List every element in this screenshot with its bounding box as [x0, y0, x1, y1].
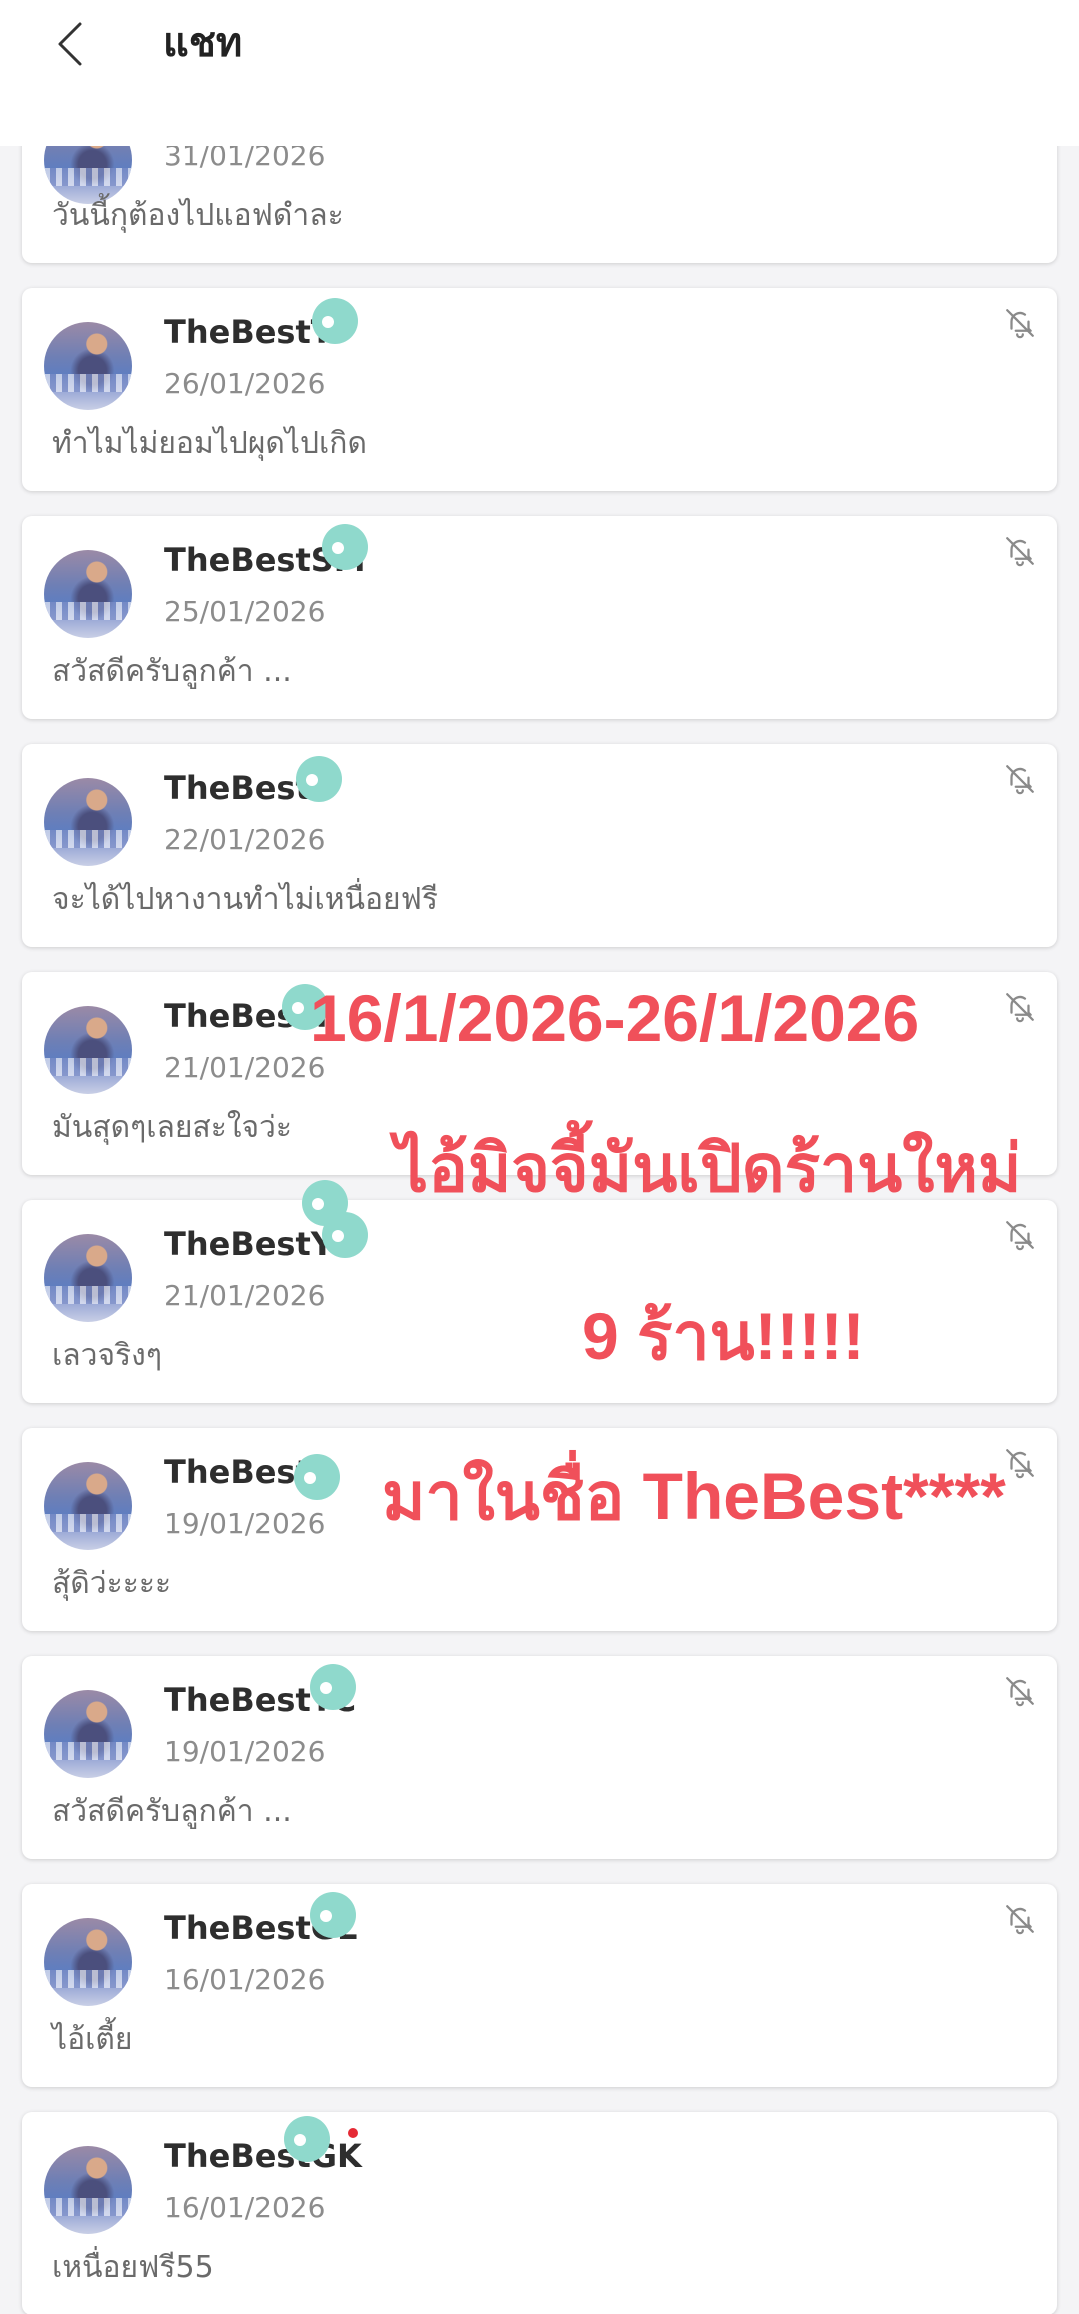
- chat-item[interactable]: TheBestL 22/01/2026 จะได้ไปหางานทำไม่เหน…: [22, 744, 1057, 947]
- redaction-mark: [310, 1664, 356, 1710]
- redaction-mark: [312, 298, 358, 344]
- chat-preview: ไอ้เตี้ย: [52, 2022, 133, 2057]
- redaction-mark: [294, 1454, 340, 1500]
- chat-preview: มันสุดๆเลยสะใจว่ะ: [52, 1110, 293, 1145]
- avatar: [44, 1462, 132, 1550]
- redaction-mark: [284, 2116, 330, 2162]
- overlay-line-4: มาในชื่อ TheBest****: [382, 1459, 1006, 1533]
- chat-item[interactable]: TheBestSM 25/01/2026 สวัสดีครับลูกค้า ..…: [22, 516, 1057, 719]
- chat-date: 19/01/2026: [164, 1735, 326, 1768]
- chat-preview: วันนี้กุต้องไปแอฟดำละ: [52, 198, 344, 233]
- chat-date: 16/01/2026: [164, 1963, 326, 1996]
- unread-dot: [348, 2128, 358, 2138]
- bell-off-icon[interactable]: [1003, 306, 1037, 340]
- avatar: [44, 2146, 132, 2234]
- chat-preview: เหนื่อยฟรี55: [52, 2250, 214, 2285]
- top-bar: แชท: [0, 0, 1079, 146]
- chat-preview: สวัสดีครับลูกค้า ...: [52, 654, 292, 689]
- overlay-line-1: 16/1/2026-26/1/2026: [310, 981, 920, 1055]
- chat-item[interactable]: TheBestTr 26/01/2026 ทำไมไม่ยอมไปผุดไปเก…: [22, 288, 1057, 491]
- chat-name: TheBestGK: [164, 2137, 362, 2175]
- chat-date: 25/01/2026: [164, 595, 326, 628]
- redaction-mark: [296, 756, 342, 802]
- chat-name: TheBestY: [164, 1225, 334, 1263]
- chat-date: 21/01/2026: [164, 1279, 326, 1312]
- bell-off-icon[interactable]: [1003, 762, 1037, 796]
- bell-off-icon[interactable]: [1003, 1674, 1037, 1708]
- avatar: [44, 322, 132, 410]
- avatar: [44, 1690, 132, 1778]
- overlay-line-2: ไอ้มิจจี้มันเปิดร้านใหม่: [395, 1131, 1022, 1205]
- chat-preview: เลวจริงๆ: [52, 1338, 162, 1373]
- bell-off-icon[interactable]: [1003, 534, 1037, 568]
- avatar: [44, 778, 132, 866]
- bell-off-icon[interactable]: [1003, 1902, 1037, 1936]
- redaction-mark: [322, 524, 368, 570]
- redaction-mark: [310, 1892, 356, 1938]
- bell-off-icon[interactable]: [1003, 1218, 1037, 1252]
- avatar: [44, 550, 132, 638]
- avatar: [44, 1234, 132, 1322]
- avatar: [44, 1918, 132, 2006]
- chat-item[interactable]: TheBestGL 16/01/2026 ไอ้เตี้ย: [22, 1884, 1057, 2087]
- chevron-left-icon[interactable]: [52, 20, 92, 68]
- chat-item[interactable]: TheBestY 21/01/2026 เลวจริงๆ: [22, 1180, 1057, 1403]
- chat-item[interactable]: TheBestTC 19/01/2026 สวัสดีครับลูกค้า ..…: [22, 1656, 1057, 1859]
- chat-date: 26/01/2026: [164, 367, 326, 400]
- chat-date: 16/01/2026: [164, 2191, 326, 2224]
- chat-preview: ทำไมไม่ยอมไปผุดไปเกิด: [52, 426, 367, 461]
- overlay-line-3: 9 ร้าน!!!!!: [582, 1299, 865, 1373]
- chat-preview: สุ้ดิว่ะะะะ: [52, 1566, 172, 1601]
- chat-date: 22/01/2026: [164, 823, 326, 856]
- chat-date: 19/01/2026: [164, 1507, 326, 1540]
- page-title: แชท: [163, 20, 243, 66]
- redaction-mark: [322, 1212, 368, 1258]
- chat-preview: จะได้ไปหางานทำไม่เหนื่อยฟรี: [52, 882, 438, 917]
- chat-item[interactable]: TheBestGK 16/01/2026 เหนื่อยฟรี55: [22, 2112, 1057, 2314]
- chat-preview: สวัสดีครับลูกค้า ...: [52, 1794, 292, 1829]
